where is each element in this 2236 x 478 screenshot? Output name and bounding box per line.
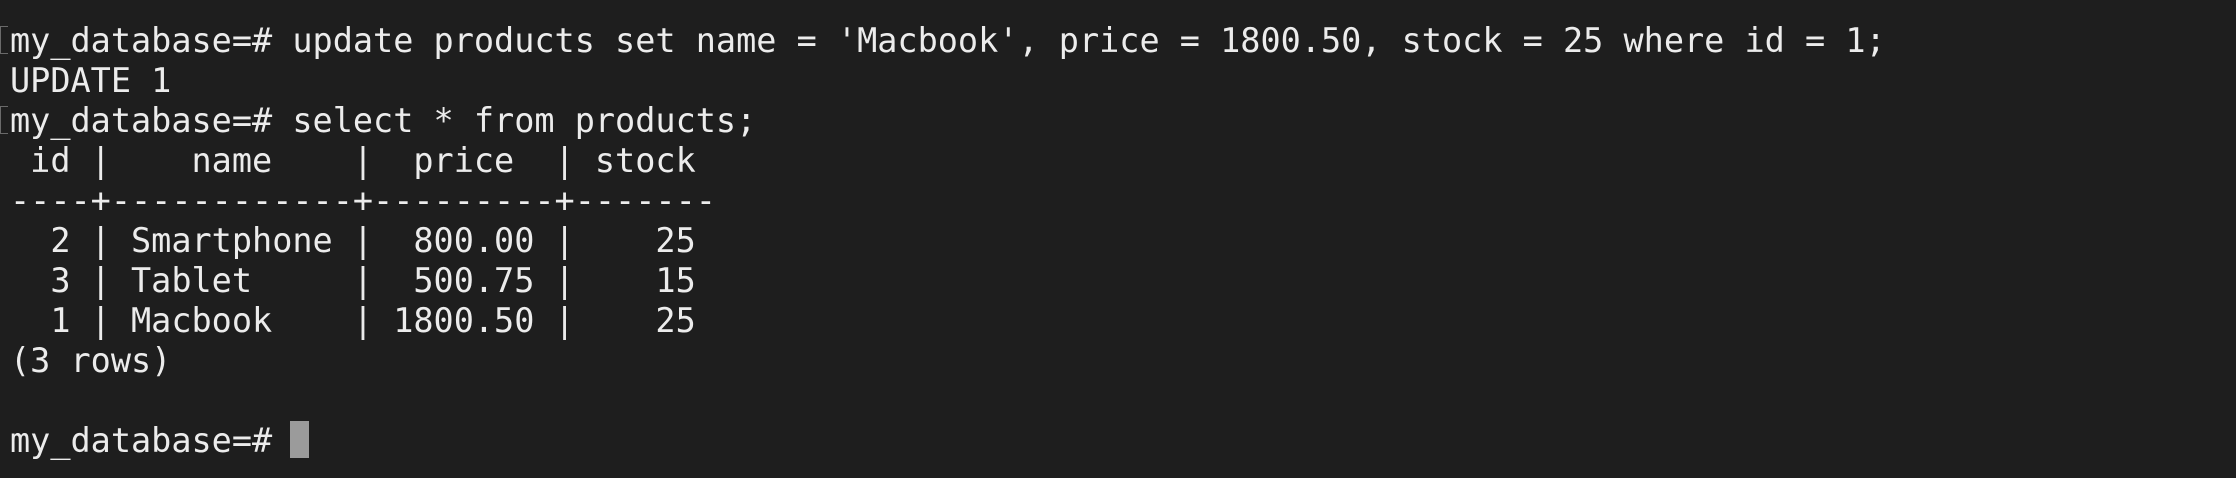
current-prompt[interactable]: my_database=# <box>10 421 292 461</box>
update-result-line: UPDATE 1 <box>10 61 172 100</box>
terminal-window[interactable]: my_database=# update products set name =… <box>0 0 2236 478</box>
table-row: 1 | Macbook | 1800.50 | 25 <box>10 301 696 340</box>
row-count-line: (3 rows) <box>10 341 172 380</box>
command-marker <box>0 26 8 54</box>
table-row: 3 | Tablet | 500.75 | 15 <box>10 261 696 300</box>
command-line-select: my_database=# select * from products; <box>10 101 757 140</box>
table-separator: ----+------------+---------+------- <box>10 181 716 220</box>
table-row: 2 | Smartphone | 800.00 | 25 <box>10 221 696 260</box>
command-line-update: my_database=# update products set name =… <box>10 21 1886 60</box>
table-header-row: id | name | price | stock <box>10 141 696 180</box>
command-marker <box>0 106 8 134</box>
text-cursor <box>290 421 309 458</box>
